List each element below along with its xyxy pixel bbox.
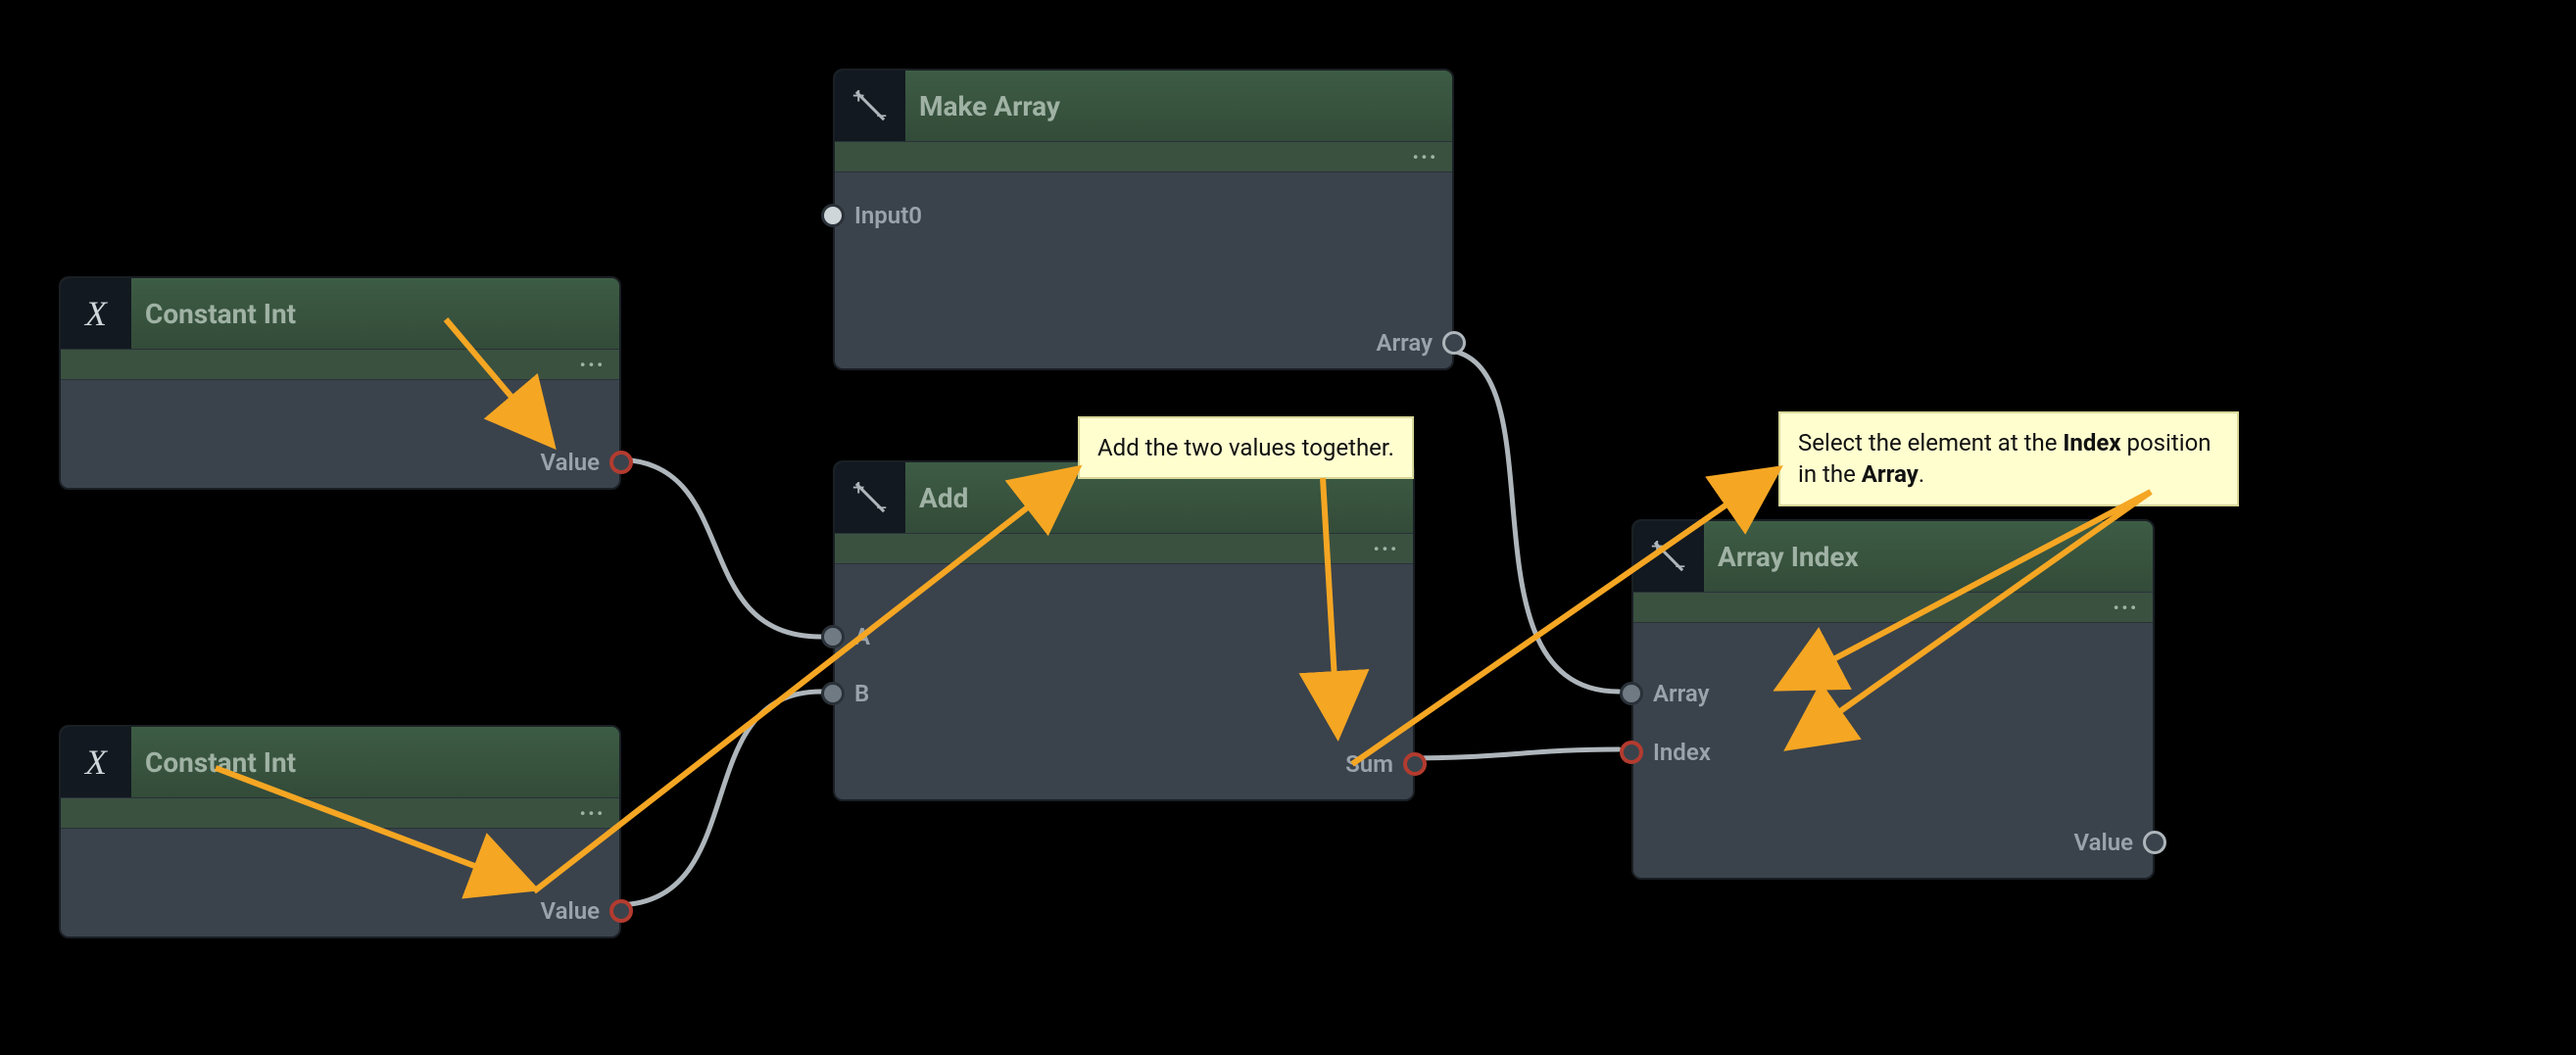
x-icon: X (61, 727, 131, 797)
pin-icon[interactable] (2143, 831, 2166, 854)
node-title: Make Array (905, 71, 1452, 141)
wire-const2-to-add-b (615, 692, 821, 905)
node-array-index[interactable]: +− Array Index ••• Array Index Value (1631, 519, 2155, 880)
port-label: Index (1653, 739, 1711, 766)
node-header: X Constant Int (61, 727, 619, 798)
pin-icon[interactable] (609, 451, 633, 474)
node-menu-bar[interactable]: ••• (835, 534, 1413, 564)
port-label: Value (2074, 829, 2133, 856)
plus-minus-icon: +− (1633, 521, 1704, 592)
pin-icon[interactable] (609, 899, 633, 923)
node-graph-canvas[interactable]: X Constant Int ••• Value X Constant Int … (0, 0, 2576, 1055)
pin-icon[interactable] (1403, 752, 1427, 776)
port-label: Array (1653, 680, 1710, 707)
node-add[interactable]: +− Add ••• A B Sum (833, 460, 1415, 801)
plus-minus-icon: +− (835, 71, 905, 141)
input-port-b[interactable]: B (821, 680, 869, 707)
more-icon[interactable]: ••• (1413, 148, 1438, 167)
more-icon[interactable]: ••• (2114, 599, 2139, 617)
pin-icon[interactable] (1620, 741, 1643, 764)
tooltip-array-index: Select the element at the Index position… (1778, 411, 2239, 506)
port-label: Input0 (854, 202, 922, 229)
more-icon[interactable]: ••• (580, 356, 606, 374)
pin-icon[interactable] (1620, 682, 1643, 705)
node-header: +− Array Index (1633, 521, 2153, 593)
node-menu-bar[interactable]: ••• (835, 142, 1452, 172)
node-title: Constant Int (131, 727, 619, 797)
wire-makearray-to-arrayindex-array (1440, 350, 1619, 692)
more-icon[interactable]: ••• (580, 804, 606, 823)
x-icon: X (61, 278, 131, 349)
plus-minus-icon: +− (835, 462, 905, 533)
node-header: +− Make Array (835, 71, 1452, 142)
node-constant-int-1[interactable]: X Constant Int ••• Value (59, 276, 621, 490)
port-label: Sum (1345, 750, 1393, 778)
output-port-value[interactable]: Value (541, 897, 633, 925)
node-constant-int-2[interactable]: X Constant Int ••• Value (59, 725, 621, 938)
port-label: Value (541, 449, 600, 476)
input-port-a[interactable]: A (821, 623, 870, 650)
input-port-index[interactable]: Index (1620, 739, 1711, 766)
node-header: X Constant Int (61, 278, 619, 350)
pin-icon[interactable] (1442, 331, 1466, 355)
wire-add-sum-to-arrayindex-index (1403, 749, 1619, 758)
node-menu-bar[interactable]: ••• (1633, 593, 2153, 623)
wire-const1-to-add-a (615, 459, 821, 637)
port-label: B (854, 680, 869, 707)
input-port-array[interactable]: Array (1620, 680, 1710, 707)
output-port-value[interactable]: Value (541, 449, 633, 476)
tooltip-add: Add the two values together. (1078, 416, 1414, 479)
pin-icon[interactable] (821, 204, 845, 227)
node-menu-bar[interactable]: ••• (61, 350, 619, 380)
output-port-value[interactable]: Value (2074, 829, 2166, 856)
output-port-array[interactable]: Array (1376, 329, 1466, 357)
node-title: Array Index (1704, 521, 2153, 592)
pin-icon[interactable] (821, 625, 845, 648)
pin-icon[interactable] (821, 682, 845, 705)
node-menu-bar[interactable]: ••• (61, 798, 619, 829)
port-label: Array (1376, 329, 1433, 357)
more-icon[interactable]: ••• (1374, 540, 1399, 558)
port-label: A (854, 623, 870, 650)
input-port-input0[interactable]: Input0 (821, 202, 922, 229)
node-make-array[interactable]: +− Make Array ••• Input0 Array (833, 69, 1454, 370)
node-title: Constant Int (131, 278, 619, 349)
output-port-sum[interactable]: Sum (1345, 750, 1427, 778)
port-label: Value (541, 897, 600, 925)
